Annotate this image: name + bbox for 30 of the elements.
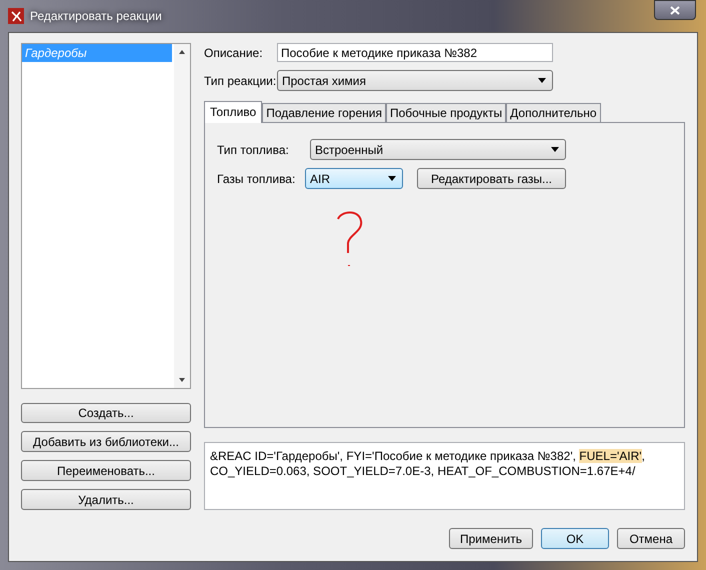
window-title: Редактировать реакции <box>30 9 162 23</box>
fuel-type-dropdown[interactable]: Встроенный <box>310 139 566 160</box>
dropdown-arrow-icon <box>388 176 396 181</box>
field-label: Описание: <box>204 46 264 60</box>
field-label: Газы топлива: <box>217 172 296 186</box>
fuel-gases-dropdown[interactable]: AIR <box>305 168 403 189</box>
scrollbar[interactable] <box>174 44 190 388</box>
close-icon <box>670 6 680 14</box>
code-preview: &REAC ID='Гардеробы', FYI='Пособие к методике приказа №382', FUEL='AIR', CO_YIELD=0.063, SOOT_YIELD=7.0E-3, HEAT_OF_COMBUSTION=1.67E+4/ <box>204 442 685 510</box>
description-field[interactable]: Пособие к методике приказа №382 <box>277 43 553 62</box>
dialog-button[interactable]: Отмена <box>617 528 685 549</box>
dialog-button[interactable]: OK <box>541 528 609 549</box>
close-button[interactable] <box>654 0 696 20</box>
field-label: Тип реакции: <box>204 74 277 88</box>
tab[interactable]: Дополнительно <box>506 103 601 122</box>
field-label: Тип топлива: <box>217 142 290 156</box>
app-icon <box>8 8 24 24</box>
tab[interactable]: Топливо <box>204 101 262 123</box>
edit-gases-button[interactable]: Редактировать газы... <box>417 168 566 189</box>
action-button[interactable]: Создать... <box>21 402 191 424</box>
dialog-button[interactable]: Применить <box>449 528 533 549</box>
tab[interactable]: Побочные продукты <box>386 103 506 122</box>
scribble-drawing <box>335 209 365 269</box>
action-button[interactable]: Добавить из библиотеки... <box>21 431 191 452</box>
reaction-type-dropdown[interactable]: Простая химия <box>277 70 553 91</box>
action-button[interactable]: Удалить... <box>21 489 191 510</box>
dropdown-arrow-icon <box>551 147 559 152</box>
action-button[interactable]: Переименовать... <box>21 460 191 482</box>
dropdown-arrow-icon <box>538 78 546 83</box>
tab[interactable]: Подавление горения <box>262 103 386 122</box>
